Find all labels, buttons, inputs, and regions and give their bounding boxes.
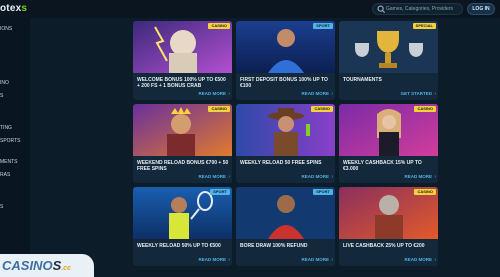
badge-casino: CASINO xyxy=(414,106,436,112)
promo-title: BORE DRAW 100% REFUND xyxy=(240,243,308,249)
search-placeholder: Games, Categories, Providers xyxy=(386,6,453,12)
chevron-right-icon: › xyxy=(228,174,230,180)
promo-card[interactable]: CASINO WEEKEND RELOAD BONUS €700 + 50 FR… xyxy=(133,104,232,183)
chevron-right-icon: › xyxy=(228,257,230,263)
chevron-right-icon: › xyxy=(331,174,333,180)
badge-casino: CASINO xyxy=(208,23,230,29)
search-input[interactable]: Games, Categories, Providers xyxy=(372,3,463,15)
promo-title: WEEKEND RELOAD BONUS €700 + 50 FREE SPIN… xyxy=(137,160,229,172)
top-bar: otexs Games, Categories, Providers LOG I… xyxy=(0,0,500,18)
promotions-grid: CASINO WELCOME BONUS 100% UP TO €500 + 2… xyxy=(30,18,500,277)
search-icon xyxy=(377,5,386,14)
watermark-domain: .cc xyxy=(61,265,71,272)
sidebar-item-casino[interactable]: INO xyxy=(0,80,9,86)
badge-special: SPECIAL xyxy=(412,23,436,29)
read-more-link[interactable]: READ MORE xyxy=(198,174,226,179)
promo-title: WEEKLY RELOAD 50 FREE SPINS xyxy=(240,160,322,166)
chevron-right-icon: › xyxy=(228,91,230,97)
chevron-right-icon: › xyxy=(331,91,333,97)
promo-title: WEEKLY RELOAD 50% UP TO €500 xyxy=(137,243,221,249)
read-more-link[interactable]: READ MORE xyxy=(301,91,329,96)
badge-sport: SPORT xyxy=(210,189,230,195)
badge-sport: SPORT xyxy=(313,23,333,29)
promo-card[interactable]: CASINO WEEKLY CASHBACK 15% UP TO €3.000 … xyxy=(339,104,438,183)
read-more-link[interactable]: READ MORE xyxy=(198,257,226,262)
login-button[interactable]: LOG IN xyxy=(467,3,495,15)
read-more-link[interactable]: READ MORE xyxy=(404,174,432,179)
logo-suffix: s xyxy=(21,3,28,14)
get-started-link[interactable]: GET STARTED xyxy=(401,91,432,96)
promo-card[interactable]: SPORT BORE DRAW 100% REFUND READ MORE › xyxy=(236,187,335,266)
badge-sport: SPORT xyxy=(313,189,333,195)
sidebar-item-more[interactable]: S xyxy=(0,204,3,210)
sidebar: IONS INO S TING SPORTS MENTS RAS S xyxy=(0,18,30,277)
chevron-right-icon: › xyxy=(434,257,436,263)
sidebar-item-promotions[interactable]: IONS xyxy=(0,26,12,32)
promo-title: LIVE CASHBACK 25% UP TO €200 xyxy=(343,243,425,249)
sidebar-item-esports[interactable]: SPORTS xyxy=(0,138,20,144)
site-logo[interactable]: otexs xyxy=(0,3,27,14)
promo-title: WEEKLY CASHBACK 15% UP TO €3.000 xyxy=(343,160,422,172)
chevron-right-icon: › xyxy=(434,174,436,180)
logo-text: otex xyxy=(0,3,22,14)
read-more-link[interactable]: READ MORE xyxy=(301,257,329,262)
badge-casino: CASINO xyxy=(311,106,333,112)
promo-title: TOURNAMENTS xyxy=(343,77,382,83)
watermark-text: CASINO xyxy=(2,258,53,273)
sidebar-item-slots[interactable]: S xyxy=(0,93,3,99)
promo-title: FIRST DEPOSIT BONUS 100% UP TO €100 xyxy=(240,77,328,89)
read-more-link[interactable]: READ MORE xyxy=(404,257,432,262)
sidebar-item-betting[interactable]: TING xyxy=(0,125,12,131)
sidebar-item-tournaments[interactable]: MENTS xyxy=(0,159,18,165)
promo-card[interactable]: SPECIAL TOURNAMENTS GET STARTED › xyxy=(339,21,438,100)
sidebar-item-extras[interactable]: RAS xyxy=(0,172,10,178)
watermark-suffix: S xyxy=(52,258,62,273)
badge-casino: CASINO xyxy=(208,106,230,112)
watermark-logo: CASINOS.cc xyxy=(2,258,71,273)
promo-card[interactable]: CASINO WEEKLY RELOAD 50 FREE SPINS READ … xyxy=(236,104,335,183)
promo-title: WELCOME BONUS 100% UP TO €500 + 200 FS +… xyxy=(137,77,226,89)
chevron-right-icon: › xyxy=(434,91,436,97)
promo-card[interactable]: SPORT WEEKLY RELOAD 50% UP TO €500 READ … xyxy=(133,187,232,266)
promo-card[interactable]: CASINO LIVE CASHBACK 25% UP TO €200 READ… xyxy=(339,187,438,266)
read-more-link[interactable]: READ MORE xyxy=(198,91,226,96)
chevron-right-icon: › xyxy=(331,257,333,263)
read-more-link[interactable]: READ MORE xyxy=(301,174,329,179)
badge-casino: CASINO xyxy=(414,189,436,195)
promo-card[interactable]: SPORT FIRST DEPOSIT BONUS 100% UP TO €10… xyxy=(236,21,335,100)
promo-card[interactable]: CASINO WELCOME BONUS 100% UP TO €500 + 2… xyxy=(133,21,232,100)
